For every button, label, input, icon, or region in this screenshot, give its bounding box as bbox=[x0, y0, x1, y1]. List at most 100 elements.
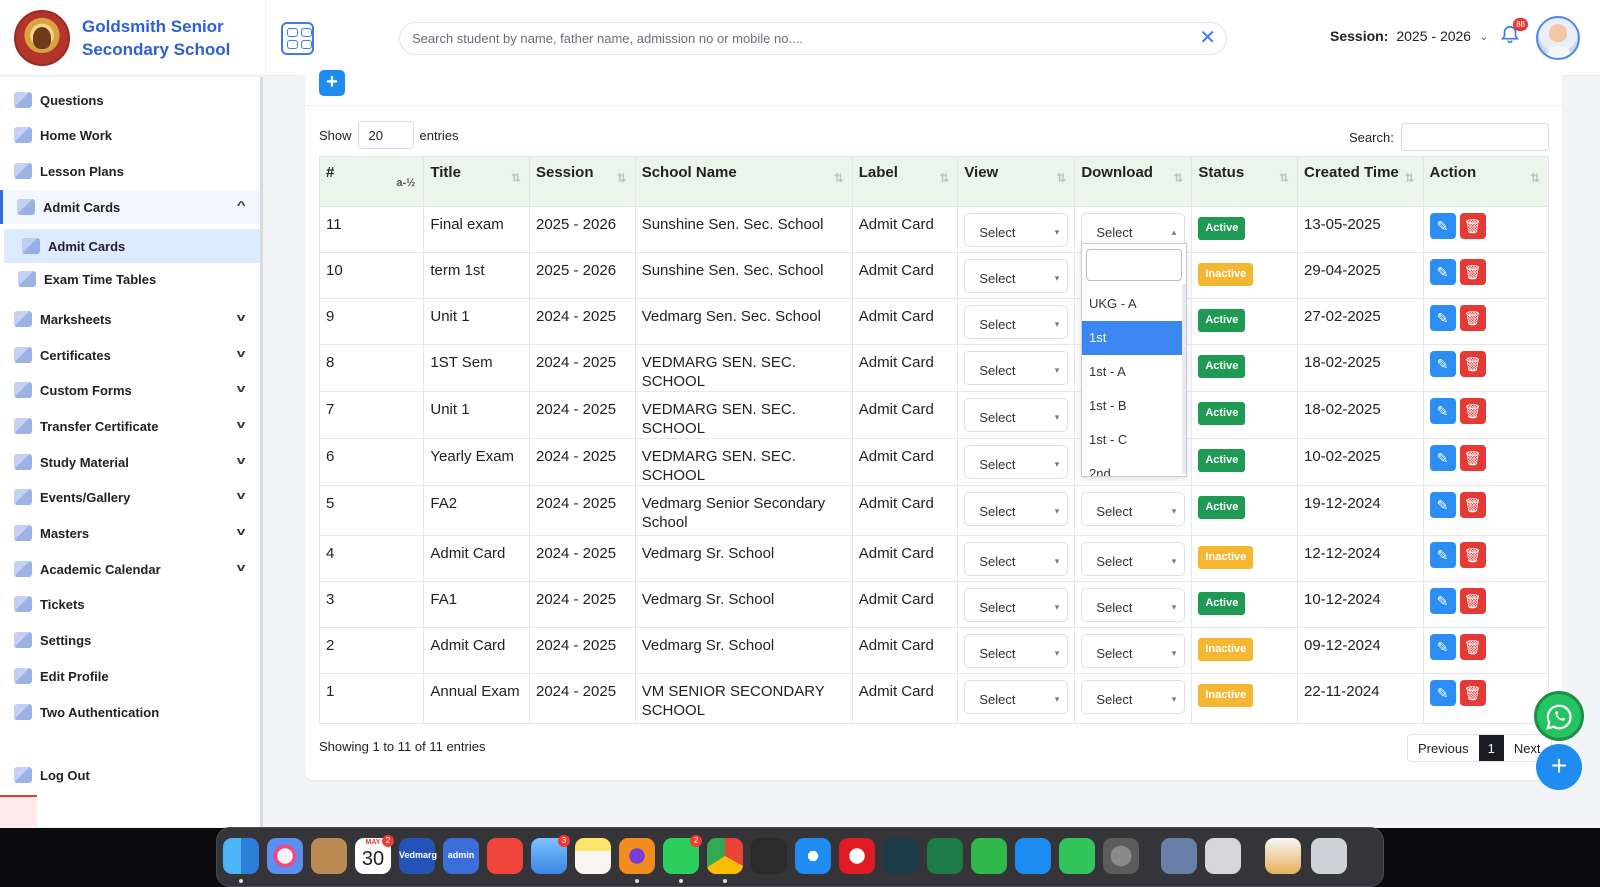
screenshot-folder-icon[interactable] bbox=[1161, 838, 1197, 874]
download-select[interactable]: Select bbox=[1081, 213, 1186, 247]
dropdown-option[interactable]: 2nd bbox=[1082, 457, 1186, 476]
add-admit-card-button[interactable]: + bbox=[319, 70, 345, 96]
view-select[interactable]: Select bbox=[964, 634, 1069, 668]
column-header-session[interactable]: Session ⇅ bbox=[528, 156, 636, 207]
delete-icon[interactable]: 🗑 bbox=[1459, 351, 1486, 377]
sidebar-item-events-gallery[interactable]: Events/Gallery v bbox=[0, 480, 260, 514]
sidebar-item-questions[interactable]: Questions bbox=[0, 83, 260, 117]
download-select[interactable]: Select bbox=[1081, 680, 1186, 714]
edit-icon[interactable]: ✎ bbox=[1429, 398, 1456, 424]
view-select[interactable]: Select bbox=[964, 398, 1069, 432]
view-select[interactable]: Select bbox=[964, 680, 1069, 714]
delete-icon[interactable]: 🗑 bbox=[1459, 445, 1486, 471]
delete-icon[interactable]: 🗑 bbox=[1459, 259, 1486, 285]
apps-grid-button[interactable] bbox=[281, 22, 314, 55]
edit-icon[interactable]: ✎ bbox=[1429, 213, 1456, 239]
sidebar-item-two-authentication[interactable]: Two Authentication bbox=[0, 695, 260, 729]
printer-icon[interactable] bbox=[1205, 838, 1241, 874]
whatsapp-button[interactable] bbox=[1534, 691, 1584, 741]
delete-icon[interactable]: 🗑 bbox=[1459, 305, 1486, 331]
entries-select[interactable]: 20 bbox=[357, 121, 414, 149]
chrome-icon[interactable] bbox=[707, 838, 743, 874]
sidebar-item-academic-calendar[interactable]: Academic Calendar v bbox=[0, 552, 260, 586]
column-header-number[interactable]: # a-½ bbox=[318, 156, 425, 207]
session-selector[interactable]: Session: 2025 - 2026 ⌄ bbox=[1330, 28, 1488, 44]
vedmarg-admin-icon[interactable]: admin bbox=[443, 838, 479, 874]
whatsapp-dock-icon[interactable]: 2 bbox=[663, 835, 702, 874]
app-store-icon[interactable] bbox=[1015, 838, 1051, 874]
view-select[interactable]: Select bbox=[964, 445, 1069, 479]
status-badge[interactable]: Inactive bbox=[1198, 263, 1254, 286]
opera-icon[interactable] bbox=[839, 838, 875, 874]
view-select[interactable]: Select bbox=[964, 492, 1069, 526]
delete-icon[interactable]: 🗑 bbox=[1459, 588, 1486, 614]
table-search-input[interactable] bbox=[1400, 123, 1549, 151]
column-header-school-name[interactable]: School Name ⇅ bbox=[634, 156, 853, 207]
dropdown-scrollbar[interactable] bbox=[1182, 284, 1186, 474]
calendar-icon[interactable]: MAY 30 2 bbox=[355, 835, 394, 874]
finder-icon[interactable] bbox=[223, 838, 259, 874]
status-badge[interactable]: Active bbox=[1198, 355, 1246, 378]
status-badge[interactable]: Active bbox=[1198, 402, 1246, 425]
status-badge[interactable]: Inactive bbox=[1198, 684, 1254, 707]
status-badge[interactable]: Inactive bbox=[1198, 546, 1254, 569]
sidebar-item-study-material[interactable]: Study Material v bbox=[0, 445, 260, 479]
trash-icon[interactable] bbox=[1311, 838, 1347, 874]
status-badge[interactable]: Active bbox=[1198, 496, 1246, 519]
column-header-status[interactable]: Status ⇅ bbox=[1191, 156, 1298, 207]
user-avatar[interactable] bbox=[1536, 16, 1580, 60]
status-badge[interactable]: Active bbox=[1198, 449, 1246, 472]
download-select[interactable]: Select bbox=[1081, 588, 1186, 622]
download-select[interactable]: Select bbox=[1081, 542, 1186, 576]
status-badge[interactable]: Active bbox=[1198, 217, 1246, 240]
download-select[interactable]: Select bbox=[1081, 492, 1186, 526]
facetime-icon[interactable] bbox=[1059, 838, 1095, 874]
previous-page-button[interactable]: Previous bbox=[1408, 735, 1479, 761]
close-icon[interactable]: ✕ bbox=[1199, 28, 1216, 48]
view-select[interactable]: Select bbox=[964, 305, 1069, 339]
sidebar-item-transfer-certificate[interactable]: Transfer Certificate v bbox=[0, 409, 260, 443]
view-select[interactable]: Select bbox=[964, 213, 1069, 247]
dropdown-search-input[interactable] bbox=[1086, 249, 1182, 281]
column-header-title[interactable]: Title ⇅ bbox=[423, 156, 530, 207]
dropdown-option[interactable]: 1st - C bbox=[1082, 423, 1186, 457]
delete-icon[interactable]: 🗑 bbox=[1459, 492, 1486, 518]
edit-icon[interactable]: ✎ bbox=[1429, 542, 1456, 568]
delete-icon[interactable]: 🗑 bbox=[1459, 213, 1486, 239]
sidebar-item-home-work[interactable]: Home Work bbox=[0, 118, 260, 152]
column-header-label[interactable]: Label ⇅ bbox=[851, 156, 959, 207]
delete-icon[interactable]: 🗑 bbox=[1459, 634, 1486, 660]
dropdown-option[interactable]: UKG - A bbox=[1082, 287, 1186, 321]
sidebar-item-masters[interactable]: Masters v bbox=[0, 516, 260, 550]
edit-icon[interactable]: ✎ bbox=[1429, 680, 1456, 706]
vedmarg-app-icon[interactable]: Vedmarg bbox=[399, 838, 437, 874]
mail-icon[interactable]: 3 bbox=[531, 835, 570, 874]
dropdown-option[interactable]: 1st - B bbox=[1082, 389, 1186, 423]
column-header-created-time[interactable]: Created Time ⇅ bbox=[1296, 156, 1424, 207]
notification-bell[interactable]: 88 bbox=[1499, 18, 1528, 48]
sidebar-item-certificates[interactable]: Certificates v bbox=[0, 338, 260, 372]
edit-icon[interactable]: ✎ bbox=[1429, 351, 1456, 377]
edit-icon[interactable]: ✎ bbox=[1429, 588, 1456, 614]
sidebar-item-tickets[interactable]: Tickets bbox=[0, 587, 260, 621]
column-header-action[interactable]: Action ⇅ bbox=[1422, 156, 1549, 207]
status-badge[interactable]: Active bbox=[1198, 592, 1246, 615]
column-header-view[interactable]: View ⇅ bbox=[957, 156, 1076, 207]
view-select[interactable]: Select bbox=[964, 588, 1069, 622]
sidebar-subitem-admit-cards[interactable]: Admit Cards bbox=[4, 229, 260, 263]
delete-icon[interactable]: 🗑 bbox=[1459, 398, 1486, 424]
edit-icon[interactable]: ✎ bbox=[1429, 492, 1456, 518]
dropdown-option[interactable]: 1st - A bbox=[1082, 355, 1186, 389]
sidebar-item-settings[interactable]: Settings bbox=[0, 623, 260, 657]
sidebar-item-admit-cards[interactable]: Admit Cards ^ bbox=[0, 190, 260, 224]
status-badge[interactable]: Inactive bbox=[1198, 638, 1254, 661]
system-settings-icon[interactable] bbox=[1103, 838, 1139, 874]
sublime-text-icon[interactable] bbox=[751, 838, 787, 874]
brand[interactable]: Goldsmith Senior Secondary School bbox=[0, 0, 266, 76]
view-select[interactable]: Select bbox=[964, 542, 1069, 576]
view-select[interactable]: Select bbox=[964, 259, 1069, 293]
sidebar-item-log-out[interactable]: Log Out bbox=[0, 758, 260, 792]
page-button-current[interactable]: 1 bbox=[1478, 735, 1504, 761]
sourcetree-icon[interactable] bbox=[883, 838, 919, 874]
document-icon[interactable] bbox=[1265, 838, 1301, 874]
